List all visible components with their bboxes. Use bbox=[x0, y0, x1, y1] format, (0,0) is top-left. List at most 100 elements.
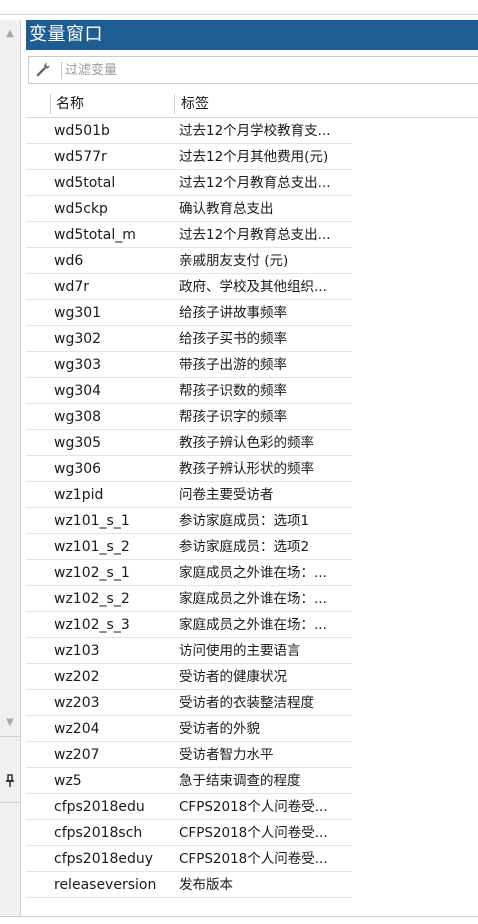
variable-name: wg305 bbox=[54, 435, 102, 451]
variable-name: wd5ckp bbox=[54, 201, 108, 217]
panel-divider bbox=[0, 802, 20, 803]
variable-label: 确认教育总支出 bbox=[179, 201, 274, 217]
variable-label: 问卷主要受访者 bbox=[179, 487, 274, 503]
variable-name: wz102_s_3 bbox=[54, 617, 130, 633]
variable-label: 帮孩子识字的频率 bbox=[179, 409, 287, 425]
variable-name: wd6 bbox=[54, 253, 84, 269]
variable-label: 亲戚朋友支付 (元) bbox=[179, 253, 289, 269]
filter-box[interactable] bbox=[28, 56, 478, 84]
variable-row[interactable]: wz102_s_3 家庭成员之外谁在场：... bbox=[26, 612, 352, 638]
variable-name: wg303 bbox=[54, 357, 102, 373]
variable-name: cfps2018sch bbox=[54, 825, 143, 841]
left-scrollbar-panel[interactable]: ▲ ▼ bbox=[0, 20, 21, 916]
variable-name: wz204 bbox=[54, 721, 100, 737]
variable-label: 发布版本 bbox=[179, 877, 233, 893]
variable-row[interactable]: wd6 亲戚朋友支付 (元) bbox=[26, 248, 352, 274]
variable-label: 过去12个月学校教育支... bbox=[179, 123, 331, 139]
variable-row[interactable]: wd501b 过去12个月学校教育支... bbox=[26, 118, 352, 144]
column-divider[interactable] bbox=[50, 94, 51, 114]
chevron-down-icon[interactable]: ▼ bbox=[3, 717, 17, 729]
wrench-icon-shape bbox=[36, 62, 50, 77]
variables-list: wd501b 过去12个月学校教育支... wd577r 过去12个月其他费用(元) w… bbox=[26, 118, 352, 898]
variable-name: wz102_s_2 bbox=[54, 591, 130, 607]
variable-label: 教孩子辨认形状的频率 bbox=[179, 461, 314, 477]
variable-row[interactable]: cfps2018sch CFPS2018个人问卷受... bbox=[26, 820, 352, 846]
variable-row[interactable]: wz103 访问使用的主要语言 bbox=[26, 638, 352, 664]
variable-name: releaseversion bbox=[54, 877, 157, 893]
variable-row[interactable]: wg304 帮孩子识数的频率 bbox=[26, 378, 352, 404]
variable-row[interactable]: wz204 受访者的外貌 bbox=[26, 716, 352, 742]
filter-divider bbox=[61, 62, 62, 79]
variable-label: 受访者的外貌 bbox=[179, 721, 260, 737]
column-header-name[interactable]: 名称 bbox=[56, 94, 84, 114]
variable-row[interactable]: wg308 帮孩子识字的频率 bbox=[26, 404, 352, 430]
variable-row[interactable]: wg305 教孩子辨认色彩的频率 bbox=[26, 430, 352, 456]
variable-name: cfps2018eduy bbox=[54, 851, 154, 867]
variable-label: 给孩子讲故事频率 bbox=[179, 305, 287, 321]
variable-label: 帮孩子识数的频率 bbox=[179, 383, 287, 399]
variable-row[interactable]: wz101_s_2 参访家庭成员：选项2 bbox=[26, 534, 352, 560]
variable-label: 受访者的衣装整洁程度 bbox=[179, 695, 314, 711]
variable-row[interactable]: wz202 受访者的健康状况 bbox=[26, 664, 352, 690]
variables-window-titlebar: 变量窗口 bbox=[26, 20, 478, 50]
variable-name: wz207 bbox=[54, 747, 100, 763]
variable-row[interactable]: wg306 教孩子辨认形状的频率 bbox=[26, 456, 352, 482]
pin-icon[interactable] bbox=[2, 774, 18, 790]
variable-label: 过去12个月教育总支出... bbox=[179, 227, 331, 243]
variable-row[interactable]: wz1pid 问卷主要受访者 bbox=[26, 482, 352, 508]
variable-row[interactable]: wz203 受访者的衣装整洁程度 bbox=[26, 690, 352, 716]
variable-row[interactable]: cfps2018eduy CFPS2018个人问卷受... bbox=[26, 846, 352, 872]
variable-name: wg308 bbox=[54, 409, 102, 425]
filter-variables-input[interactable] bbox=[65, 59, 465, 81]
variable-name: wd5total_m bbox=[54, 227, 136, 243]
variable-label: 参访家庭成员：选项2 bbox=[179, 539, 310, 555]
variable-label: 带孩子出游的频率 bbox=[179, 357, 287, 373]
variable-name: wz203 bbox=[54, 695, 100, 711]
wrench-icon[interactable] bbox=[35, 60, 57, 80]
variable-name: wg304 bbox=[54, 383, 102, 399]
variable-row[interactable]: wg302 给孩子买书的频率 bbox=[26, 326, 352, 352]
variable-name: wd7r bbox=[54, 279, 89, 295]
variable-name: wg301 bbox=[54, 305, 102, 321]
variable-label: 过去12个月教育总支出... bbox=[179, 175, 331, 191]
variable-name: wg302 bbox=[54, 331, 102, 347]
variable-row[interactable]: wd5total_m 过去12个月教育总支出... bbox=[26, 222, 352, 248]
variable-label: 过去12个月其他费用(元) bbox=[179, 149, 329, 165]
variable-name: wz202 bbox=[54, 669, 100, 685]
variable-row[interactable]: wz102_s_1 家庭成员之外谁在场：... bbox=[26, 560, 352, 586]
variable-name: wz102_s_1 bbox=[54, 565, 130, 581]
variable-row[interactable]: wd5total 过去12个月教育总支出... bbox=[26, 170, 352, 196]
variable-name: wz101_s_2 bbox=[54, 539, 130, 555]
variable-row[interactable]: wz102_s_2 家庭成员之外谁在场：... bbox=[26, 586, 352, 612]
column-header-label[interactable]: 标签 bbox=[181, 94, 209, 114]
top-divider bbox=[0, 14, 478, 15]
variable-label: 急于结束调查的程度 bbox=[179, 773, 301, 789]
variable-name: cfps2018edu bbox=[54, 799, 145, 815]
variable-row[interactable]: releaseversion 发布版本 bbox=[26, 872, 352, 898]
variable-row[interactable]: cfps2018edu CFPS2018个人问卷受... bbox=[26, 794, 352, 820]
variable-row[interactable]: wd5ckp 确认教育总支出 bbox=[26, 196, 352, 222]
variable-row[interactable]: wg301 给孩子讲故事频率 bbox=[26, 300, 352, 326]
table-header: 名称 标签 bbox=[26, 90, 478, 118]
pin-icon-shape bbox=[6, 774, 14, 787]
panel-divider bbox=[0, 736, 20, 737]
variable-label: 受访者智力水平 bbox=[179, 747, 274, 763]
variable-name: wz5 bbox=[54, 773, 82, 789]
bottom-divider bbox=[0, 916, 478, 917]
variable-label: 参访家庭成员：选项1 bbox=[179, 513, 310, 529]
variable-row[interactable]: wd7r 政府、学校及其他组织... bbox=[26, 274, 352, 300]
variable-name: wd501b bbox=[54, 123, 110, 139]
variable-row[interactable]: wz5 急于结束调查的程度 bbox=[26, 768, 352, 794]
variable-label: 家庭成员之外谁在场：... bbox=[179, 591, 327, 607]
variable-row[interactable]: wz101_s_1 参访家庭成员：选项1 bbox=[26, 508, 352, 534]
variable-name: wg306 bbox=[54, 461, 102, 477]
variable-label: CFPS2018个人问卷受... bbox=[179, 825, 328, 841]
variable-row[interactable]: wz207 受访者智力水平 bbox=[26, 742, 352, 768]
variable-row[interactable]: wg303 带孩子出游的频率 bbox=[26, 352, 352, 378]
variable-row[interactable]: wd577r 过去12个月其他费用(元) bbox=[26, 144, 352, 170]
variable-name: wz101_s_1 bbox=[54, 513, 130, 529]
chevron-up-icon[interactable]: ▲ bbox=[3, 28, 17, 40]
variable-label: 教孩子辨认色彩的频率 bbox=[179, 435, 314, 451]
column-divider[interactable] bbox=[174, 94, 175, 114]
variable-label: 家庭成员之外谁在场：... bbox=[179, 617, 327, 633]
